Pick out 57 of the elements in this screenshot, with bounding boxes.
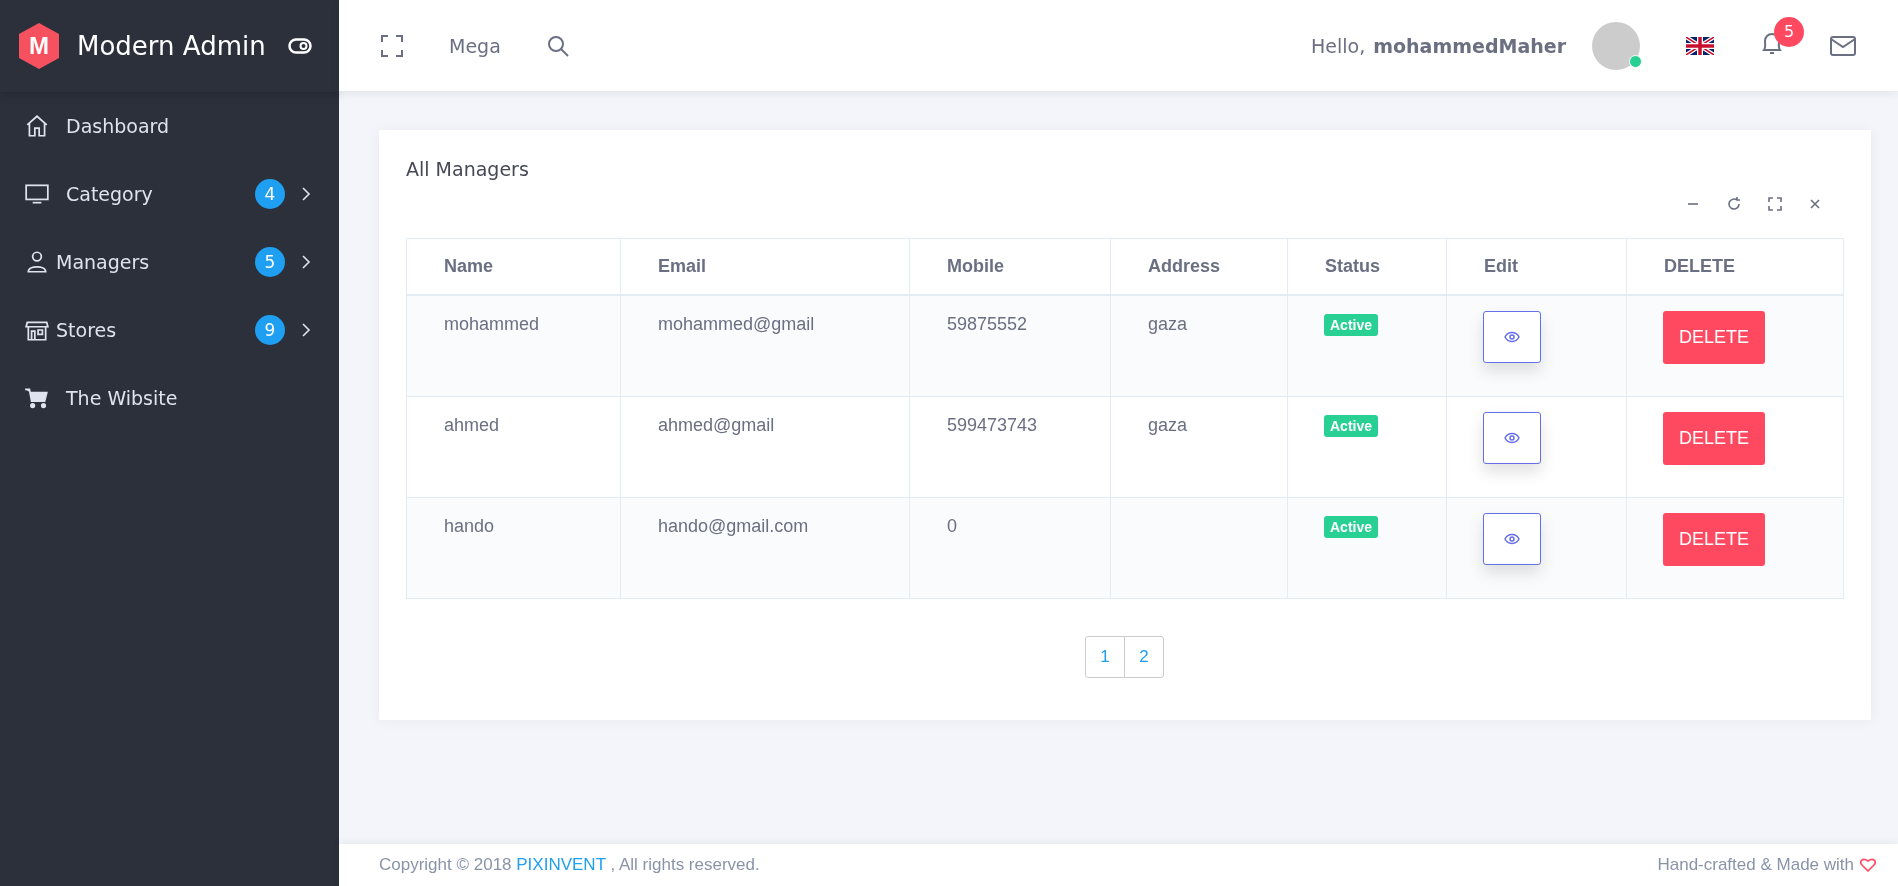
mail-icon[interactable] [1830,35,1856,56]
eye-icon [1504,432,1520,444]
sidebar-item[interactable]: Stores 9 [0,296,339,364]
company-link[interactable]: PIXINVENT [516,855,606,874]
copyright-text: Copyright © 2018 PIXINVENT , All rights reserved. [379,855,760,875]
search-icon[interactable] [546,34,569,57]
status-badge: Active [1324,516,1379,538]
status-badge: Active [1324,314,1379,336]
monitor-icon [24,181,50,207]
table-cell: mohammed [406,295,621,397]
table-cell: 599473743 [909,396,1111,498]
fullscreen-icon[interactable] [381,34,403,57]
eye-icon [1504,331,1520,343]
reload-icon[interactable] [1726,196,1742,212]
table-cell: ahmed [406,396,621,498]
brand-name: Modern Admin [77,31,266,61]
cart-icon [24,385,50,411]
view-button[interactable] [1483,412,1541,464]
delete-button[interactable]: DELETE [1663,513,1765,566]
sidebar-item[interactable]: Dashboard [0,92,339,160]
count-badge: 9 [255,315,285,345]
user-icon [24,249,50,275]
view-button[interactable] [1483,513,1541,565]
delete-button[interactable]: DELETE [1663,412,1765,465]
heart-icon [1860,858,1876,872]
card-title: All Managers [406,158,529,180]
logo[interactable]: M [17,22,61,70]
close-icon[interactable] [1808,197,1822,211]
mega-menu-link[interactable]: Mega [449,34,501,57]
table-cell: gaza [1110,295,1288,397]
page-button[interactable]: 2 [1124,636,1164,678]
toggle-icon[interactable] [287,38,312,54]
table-cell: mohammed@gmail [620,295,910,397]
page-button[interactable]: 1 [1085,636,1125,678]
delete-button[interactable]: DELETE [1663,311,1765,364]
expand-icon[interactable] [1768,197,1782,211]
greeting-text: Hello, [1311,34,1366,57]
table-cell: 59875552 [909,295,1111,397]
count-badge: 4 [255,179,285,209]
sidebar-item[interactable]: Managers 5 [0,228,339,296]
bell-icon[interactable] [1760,30,1784,57]
table-cell: ahmed@gmail [620,396,910,498]
sidebar-item[interactable]: The Wibsite [0,364,339,432]
eye-icon [1504,533,1520,545]
count-badge: 5 [255,247,285,277]
table-cell: gaza [1110,396,1288,498]
notification-badge: 5 [1774,16,1804,47]
status-badge: Active [1324,415,1379,437]
view-button[interactable] [1483,311,1541,363]
table-cell: 0 [909,497,1111,599]
credit-text: Hand-crafted & Made with [1657,855,1854,875]
home-icon [24,113,50,139]
user-name[interactable]: mohammedMaher [1373,34,1566,57]
table-cell: hando@gmail.com [620,497,910,599]
flag-icon[interactable] [1686,36,1714,55]
sidebar-item[interactable]: Category 4 [0,160,339,228]
table-cell: hando [406,497,621,599]
